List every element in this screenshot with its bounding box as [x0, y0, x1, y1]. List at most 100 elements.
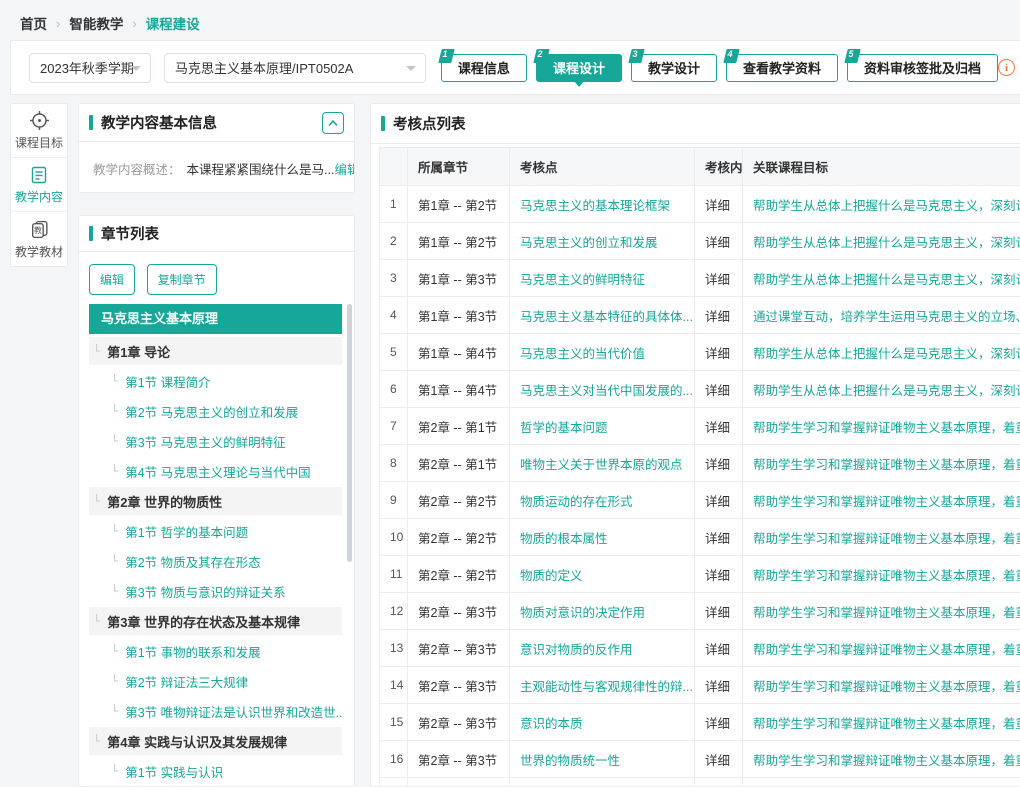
sidebar-item[interactable]: 课程目标: [11, 104, 67, 158]
content-cell: 详细: [695, 704, 743, 741]
assessment-point-link[interactable]: 物质运动的存在形式: [510, 482, 695, 519]
tree-chapter-item[interactable]: └第1章 导论: [89, 337, 342, 365]
chapter-cell: 第2章 -- 第3节: [408, 593, 510, 630]
tree-connector: └: [111, 584, 118, 598]
chapter-cell: 第1章 -- 第2节: [408, 223, 510, 260]
chapter-cell: 第2章 -- 第2节: [408, 482, 510, 519]
chapter-tree: 马克思主义基本原理 └第1章 导论└第1节 课程简介└第2节 马克思主义的创立和…: [79, 304, 354, 785]
row-index-cell: 11: [380, 556, 408, 593]
content-info-panel: 教学内容基本信息 教学内容概述：本课程紧紧围绕什么是马...编辑: [78, 103, 355, 193]
tree-chapter-item[interactable]: └ 第2章 世界的物质性: [89, 487, 342, 515]
assessment-point-link[interactable]: 马克思主义的鲜明特征: [510, 260, 695, 297]
assessment-point-link[interactable]: 物质的根本属性: [510, 519, 695, 556]
course-tab[interactable]: 5资料审核签批及归档: [847, 54, 998, 82]
tree-section-item[interactable]: └第4节 马克思主义理论与当代中国: [89, 457, 342, 485]
tree-root-course[interactable]: 马克思主义基本原理: [89, 304, 342, 334]
tree-chapter-item[interactable]: └第4章 实践与认识及其发展规律: [89, 727, 342, 755]
chapter-cell: 第1章 -- 第4节: [408, 334, 510, 371]
tree-section-item[interactable]: └第2节 物质及其存在形态: [89, 547, 342, 575]
tree-chapter-item[interactable]: └第3章 世界的存在状态及基本规律: [89, 607, 342, 635]
copy-chapter-button[interactable]: 复制章节: [147, 264, 217, 295]
assessment-point-link[interactable]: 主观能动性与客观规律性的辩...: [510, 667, 695, 704]
content-cell: 详细: [695, 186, 743, 223]
tab-number-badge: 2: [533, 49, 549, 63]
tree-section-label: 第3节 物质与意识的辩证关系: [125, 582, 285, 601]
assessment-point-link[interactable]: 马克思主义的创立和发展: [510, 223, 695, 260]
edit-chapter-button[interactable]: 编辑: [89, 264, 135, 295]
sidebar-item-label: 课程目标: [15, 134, 63, 151]
tree-section-item[interactable]: └ 第3节 物质与意识的辩证关系: [89, 577, 342, 605]
tree-section-item[interactable]: └第1节 实践与认识: [89, 757, 342, 785]
course-tab[interactable]: 2课程设计: [536, 54, 622, 82]
tree-connector: └: [111, 374, 118, 388]
scrollbar-thumb[interactable]: [347, 304, 352, 562]
assessment-point-link[interactable]: 事物的联系和发展: [510, 778, 695, 787]
tree-connector: └: [93, 734, 100, 748]
course-tab[interactable]: 3教学设计: [631, 54, 717, 82]
assessment-point-link[interactable]: 世界的物质统一性: [510, 741, 695, 778]
assessment-point-link[interactable]: 马克思主义基本特征的具体体...: [510, 297, 695, 334]
assessment-point-link[interactable]: 物质的定义: [510, 556, 695, 593]
row-index-cell: 5: [380, 334, 408, 371]
tree-connector: └: [93, 494, 100, 508]
assessment-point-link[interactable]: 意识对物质的反作用: [510, 630, 695, 667]
tree-section-item[interactable]: └第2节 辩证法三大规律: [89, 667, 342, 695]
target-cell: 帮助学生学习和掌握辩证唯物主义基本原理，着重把握: [743, 445, 1020, 482]
tree-section-item[interactable]: └第3节 马克思主义的鲜明特征: [89, 427, 342, 455]
row-index-cell: 2: [380, 223, 408, 260]
breadcrumb-course-construction: 课程建设: [146, 13, 200, 33]
breadcrumb-smart-teaching[interactable]: 智能教学: [69, 13, 123, 33]
target-cell: 帮助学生从总体上把握什么是马克思主义，深刻认识马: [743, 334, 1020, 371]
course-tab[interactable]: 4查看教学资料: [726, 54, 838, 82]
col-header-chapter: 所属章节: [408, 148, 510, 186]
chapter-cell: 第2章 -- 第2节: [408, 556, 510, 593]
sidebar-item[interactable]: 教学内容: [11, 158, 67, 212]
course-tab[interactable]: 1课程信息: [441, 54, 527, 82]
tree-connector: └: [111, 764, 118, 778]
content-cell: 详细: [695, 297, 743, 334]
tree-items: └第1章 导论└第1节 课程简介└第2节 马克思主义的创立和发展└第3节 马克思…: [89, 337, 342, 785]
chapter-cell: 第3章 -- 第1节: [408, 778, 510, 787]
tree-section-item[interactable]: └第3节 唯物辩证法是认识世界和改造世...: [89, 697, 342, 725]
tab-label: 教学设计: [648, 58, 700, 77]
tree-section-item[interactable]: └第2节 马克思主义的创立和发展: [89, 397, 342, 425]
breadcrumb-separator: ›: [56, 16, 60, 31]
tab-label: 课程信息: [458, 58, 510, 77]
target-cell: 帮助学生学习和掌握辩证唯物主义基本原理，着重把握: [743, 667, 1020, 704]
sidebar-item-label: 教学教材: [15, 243, 63, 260]
assessment-header: 考核点列表: [371, 104, 1020, 144]
chapter-list-panel: 章节列表 编辑 复制章节 马克思主义基本原理 └第1章 导论└第1节 课程简介└…: [78, 215, 355, 787]
chapter-cell: 第1章 -- 第3节: [408, 260, 510, 297]
info-icon[interactable]: i: [998, 59, 1015, 76]
table-row: 3第1章 -- 第3节马克思主义的鲜明特征详细帮助学生从总体上把握什么是马克思主…: [380, 260, 1020, 297]
document-icon: [29, 165, 49, 185]
breadcrumb-home[interactable]: 首页: [20, 13, 47, 33]
semester-select[interactable]: 2023年秋季学期: [29, 53, 151, 83]
target-cell: 帮助学生学习和掌握辩证唯物主义基本原理，着重把握: [743, 704, 1020, 741]
row-index-cell: 10: [380, 519, 408, 556]
tree-section-item[interactable]: └第1节 事物的联系和发展: [89, 637, 342, 665]
sidebar-item[interactable]: 教教学教材: [11, 212, 67, 266]
breadcrumb: 首页 › 智能教学 › 课程建设: [0, 0, 1020, 33]
content-cell: 详细: [695, 223, 743, 260]
assessment-point-link[interactable]: 马克思主义的基本理论框架: [510, 186, 695, 223]
assessment-point-link[interactable]: 哲学的基本问题: [510, 408, 695, 445]
tab-number: 3: [632, 49, 637, 59]
course-select[interactable]: 马克思主义基本原理/IPT0502A: [164, 53, 426, 83]
chapter-cell: 第2章 -- 第1节: [408, 408, 510, 445]
collapse-button[interactable]: [322, 112, 344, 134]
assessment-point-link[interactable]: 唯物主义关于世界本原的观点: [510, 445, 695, 482]
overview-label: 教学内容概述：: [93, 163, 181, 177]
tree-chapter-label: 第1章 导论: [107, 342, 170, 361]
tree-section-item[interactable]: └第1节 课程简介: [89, 367, 342, 395]
table-row: 10第2章 -- 第2节物质的根本属性详细帮助学生学习和掌握辩证唯物主义基本原理…: [380, 519, 1020, 556]
target-cell: 帮助学生学习和掌握辩证唯物主义基本原理，着重把握: [743, 408, 1020, 445]
assessment-point-link[interactable]: 意识的本质: [510, 704, 695, 741]
assessment-point-link[interactable]: 马克思主义的当代价值: [510, 334, 695, 371]
assessment-point-link[interactable]: 物质对意识的决定作用: [510, 593, 695, 630]
edit-overview-link[interactable]: 编辑: [334, 163, 354, 177]
tree-chapter-label: 第2章 世界的物质性: [107, 492, 222, 511]
assessment-point-link[interactable]: 马克思主义对当代中国发展的...: [510, 371, 695, 408]
content-cell: 详细: [695, 482, 743, 519]
tree-section-item[interactable]: └第1节 哲学的基本问题: [89, 517, 342, 545]
